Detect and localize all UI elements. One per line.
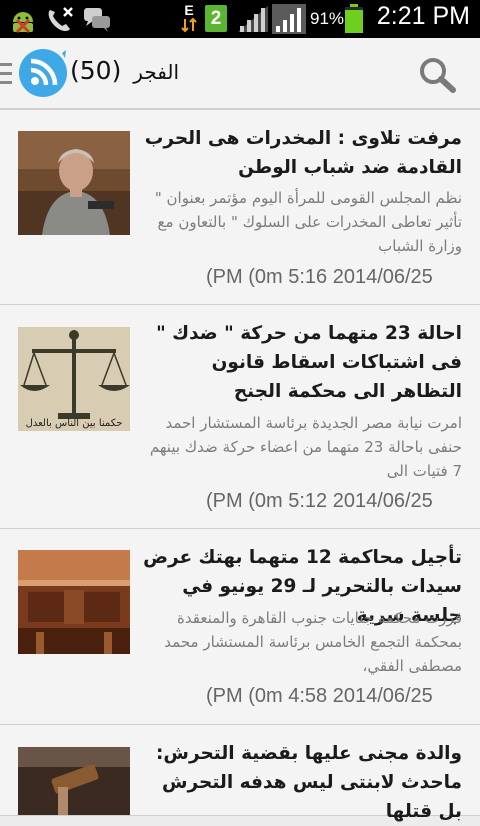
item-summary: نظم المجلس القومى للمرأة اليوم مؤتمر بعن…: [154, 189, 462, 255]
unread-count: (50): [70, 56, 122, 85]
item-title: والدة مجنى عليها بقضية التحرش: ماحدث لاب…: [156, 743, 462, 822]
item-date: (PM (0m 5:12 2014/06/25: [206, 490, 433, 512]
battery-icon: [345, 4, 363, 33]
courtroom-photo: [18, 550, 130, 654]
status-bar: E 2 91% 2:21 PM: [0, 0, 480, 38]
gavel-photo: [18, 747, 130, 815]
item-summary: امرت نيابة مصر الجديدة برئاسة المستشار ا…: [149, 414, 462, 480]
signal-icon: [238, 6, 268, 32]
thumbnail-caption: حكمنا بين الناس بالعدل: [25, 418, 123, 429]
sim-badge: 2: [210, 8, 222, 29]
drawer-menu-icon[interactable]: [0, 63, 14, 85]
rss-feed-icon[interactable]: [18, 48, 68, 98]
item-date: (PM (0m 5:16 2014/06/25: [206, 266, 433, 288]
feed-name: الفجر: [133, 60, 179, 84]
search-icon[interactable]: [418, 56, 458, 94]
list-item[interactable]: والدة مجنى عليها بقضية التحرش: ماحدث لاب…: [0, 725, 480, 822]
signal-icon: [272, 4, 306, 34]
page-title: (50) الفجر: [70, 56, 179, 85]
list-item[interactable]: مرفت تلاوى : المخدرات هى الحرب القادمة ض…: [0, 110, 480, 305]
list-item[interactable]: تأجيل محاكمة 12 متهما بهتك عرض سيدات بال…: [0, 529, 480, 725]
sim2-icon: 2: [205, 5, 227, 32]
item-date: (PM (0m 4:58 2014/06/25: [206, 685, 433, 707]
data-transfer-icon: E: [180, 3, 198, 35]
network-type-label: E: [184, 2, 194, 18]
scales-of-justice-photo: حكمنا بين الناس بالعدل: [18, 327, 130, 431]
action-bar: (50) الفجر: [0, 38, 480, 110]
item-title: احالة 23 متهما من حركة " ضدك " فى اشتباك…: [156, 323, 462, 402]
item-summary: قررت محكمة جنايات جنوب القاهرة والمنعقدة…: [164, 609, 462, 675]
list-item[interactable]: حكمنا بين الناس بالعدل احالة 23 متهما من…: [0, 305, 480, 529]
clock: 2:21 PM: [376, 2, 470, 30]
missed-call-icon: [48, 7, 73, 32]
woman-speaker-photo: [18, 131, 130, 235]
chat-icon: [84, 8, 110, 32]
android-debug-icon: [13, 12, 33, 34]
battery-percent: 91%: [310, 9, 345, 28]
item-title: مرفت تلاوى : المخدرات هى الحرب القادمة ض…: [144, 128, 462, 178]
